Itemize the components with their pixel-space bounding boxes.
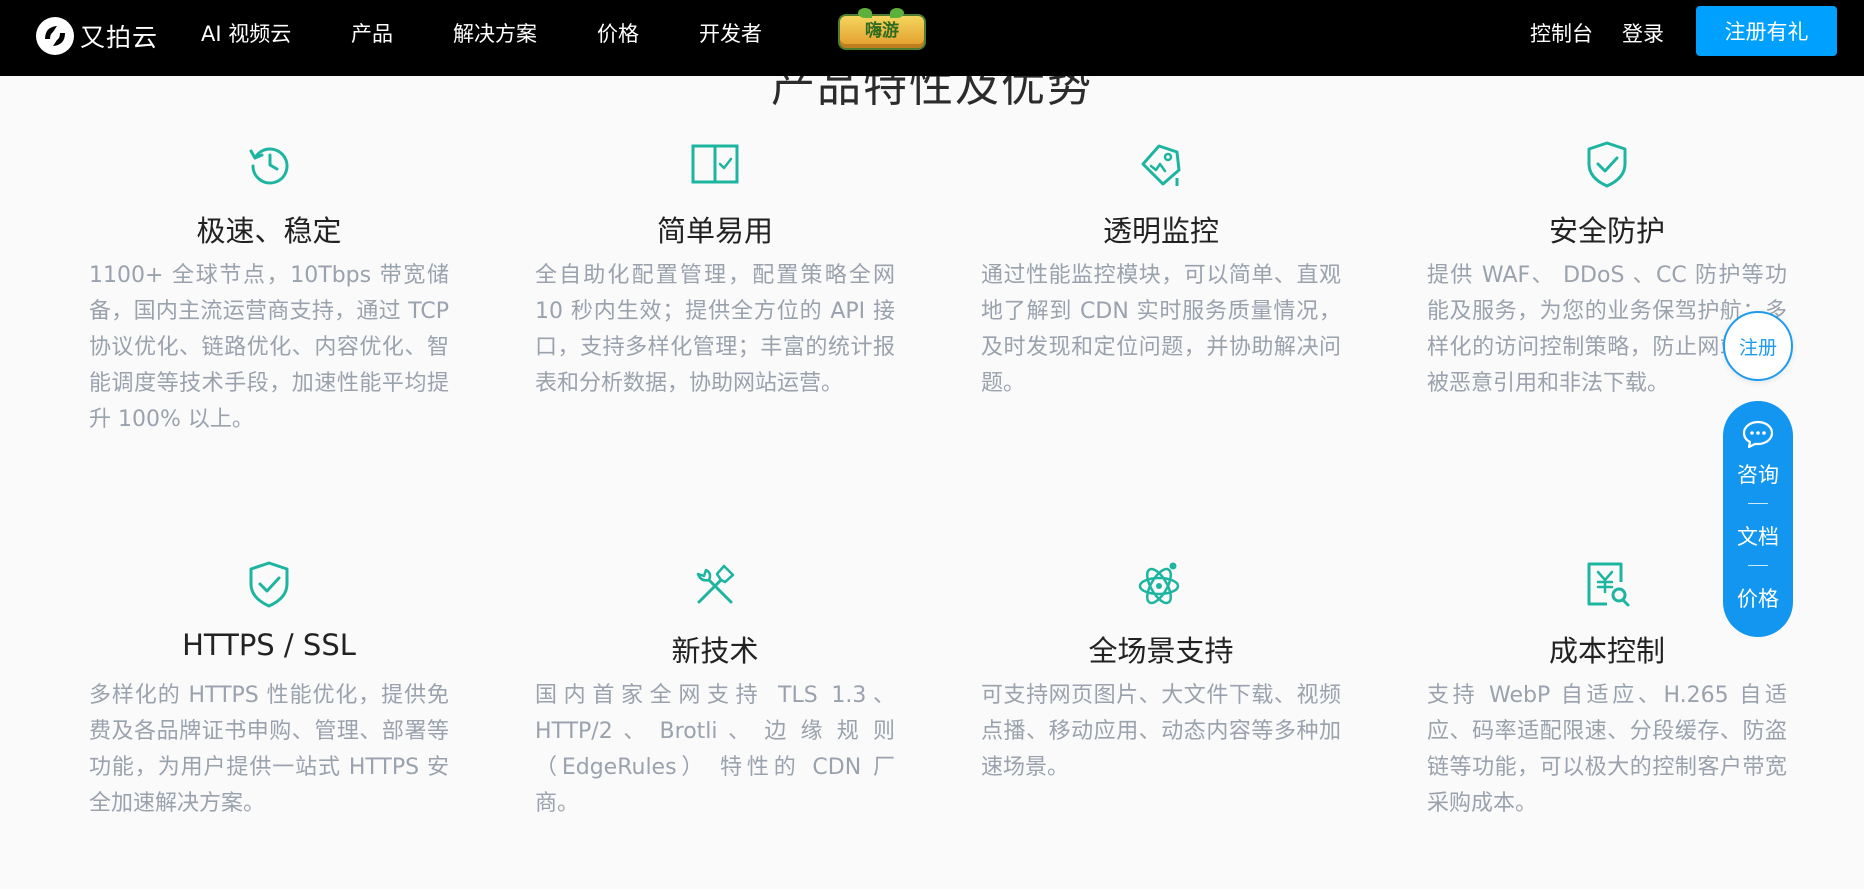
feature-description: 1100+ 全球节点，10Tbps 带宽储备，国内主流运营商支持，通过 TCP …	[89, 263, 449, 432]
feature-card-all-scenes: 全场景支持 可支持网页图片、大文件下载、视频点播、移动应用、动态内容等多种加速场…	[981, 560, 1341, 860]
leaf-icon	[858, 8, 872, 18]
yuan-doc-search-icon	[1587, 562, 1630, 607]
float-docs-link[interactable]: 文档	[1723, 521, 1793, 551]
clock-refresh-icon	[249, 147, 289, 185]
feature-card-monitor: 透明监控 通过性能监控模块，可以简单、直观地了解到 CDN 实时服务质量情况，及…	[981, 140, 1341, 440]
shield-check-icon	[1587, 141, 1627, 188]
chat-bubble-icon	[1742, 420, 1774, 449]
feature-card-security: 安全防护 提供 WAF、 DDoS 、CC 防护等功能及服务，为您的业务保驾护航…	[1427, 140, 1787, 440]
float-signup-button[interactable]: 注册	[1723, 311, 1793, 381]
game-badge-label: 嗨游	[865, 21, 899, 41]
nav-solutions[interactable]: 解决方案	[453, 18, 537, 48]
tools-icon	[696, 564, 735, 604]
feature-title: 安全防护	[1548, 214, 1665, 248]
float-price-link[interactable]: 价格	[1723, 583, 1793, 613]
feature-title: 极速、稳定	[196, 214, 342, 248]
feature-description: 可支持网页图片、大文件下载、视频点播、移动应用、动态内容等多种加速场景。	[981, 683, 1341, 780]
ssl-shield-icon	[249, 561, 289, 608]
feature-title: 全场景支持	[1088, 634, 1234, 668]
logo-icon	[36, 17, 74, 55]
feature-title: 成本控制	[1548, 634, 1665, 668]
login-link[interactable]: 登录	[1622, 18, 1664, 48]
signup-gift-button[interactable]: 注册有礼	[1696, 6, 1837, 56]
feature-title: 简单易用	[656, 214, 773, 248]
feature-title: 透明监控	[1102, 214, 1219, 248]
game-promo-badge[interactable]: 嗨游	[838, 8, 926, 50]
split-panel-check-icon	[691, 144, 739, 184]
atom-icon	[1138, 562, 1180, 605]
logo[interactable]: 又拍云	[36, 16, 158, 56]
feature-description: 通过性能监控模块，可以简单、直观地了解到 CDN 实时服务质量情况，及时发现和定…	[981, 263, 1341, 396]
logo-text: 又拍云	[80, 23, 159, 52]
monitor-tag-icon	[1141, 144, 1181, 186]
divider	[1748, 565, 1768, 566]
float-consult-link[interactable]: 咨询	[1723, 459, 1793, 489]
feature-description: 多样化的 HTTPS 性能优化，提供免费及各品牌证书申购、管理、部署等功能，为用…	[89, 683, 449, 816]
feature-title: HTTPS / SSL	[182, 628, 356, 662]
feature-card-new-tech: 新技术 国内首家全网支持 TLS 1.3、HTTP/2 、 Brotli 、 边…	[535, 560, 895, 860]
feature-description: 国内首家全网支持 TLS 1.3、HTTP/2 、 Brotli 、 边 缘 规…	[535, 683, 895, 816]
nav-pricing[interactable]: 价格	[597, 18, 639, 48]
divider	[1748, 503, 1768, 504]
nav-developers[interactable]: 开发者	[699, 18, 762, 48]
console-link[interactable]: 控制台	[1530, 18, 1593, 48]
top-navbar: 又拍云 AI 视频云 产品 解决方案 价格 开发者 嗨游 控制台 登录 注册有礼	[0, 0, 1864, 76]
nav-products[interactable]: 产品	[351, 18, 393, 48]
feature-title: 新技术	[671, 634, 759, 668]
feature-card-https: HTTPS / SSL 多样化的 HTTPS 性能优化，提供免费及各品牌证书申购…	[89, 560, 449, 860]
feature-description: 全自助化配置管理，配置策略全网 10 秒内生效；提供全方位的 API 接口，支持…	[535, 263, 895, 396]
feature-card-speed: 极速、稳定 1100+ 全球节点，10Tbps 带宽储备，国内主流运营商支持，通…	[89, 140, 449, 440]
float-contact-panel: 咨询 文档 价格	[1723, 401, 1793, 637]
feature-description: 支持 WebP 自适应、H.265 自适应、码率适配限速、分段缓存、防盗链等功能…	[1427, 683, 1787, 816]
leaf-icon	[890, 8, 904, 18]
nav-ai-video-cloud[interactable]: AI 视频云	[201, 18, 291, 48]
feature-card-easy: 简单易用 全自助化配置管理，配置策略全网 10 秒内生效；提供全方位的 API …	[535, 140, 895, 440]
